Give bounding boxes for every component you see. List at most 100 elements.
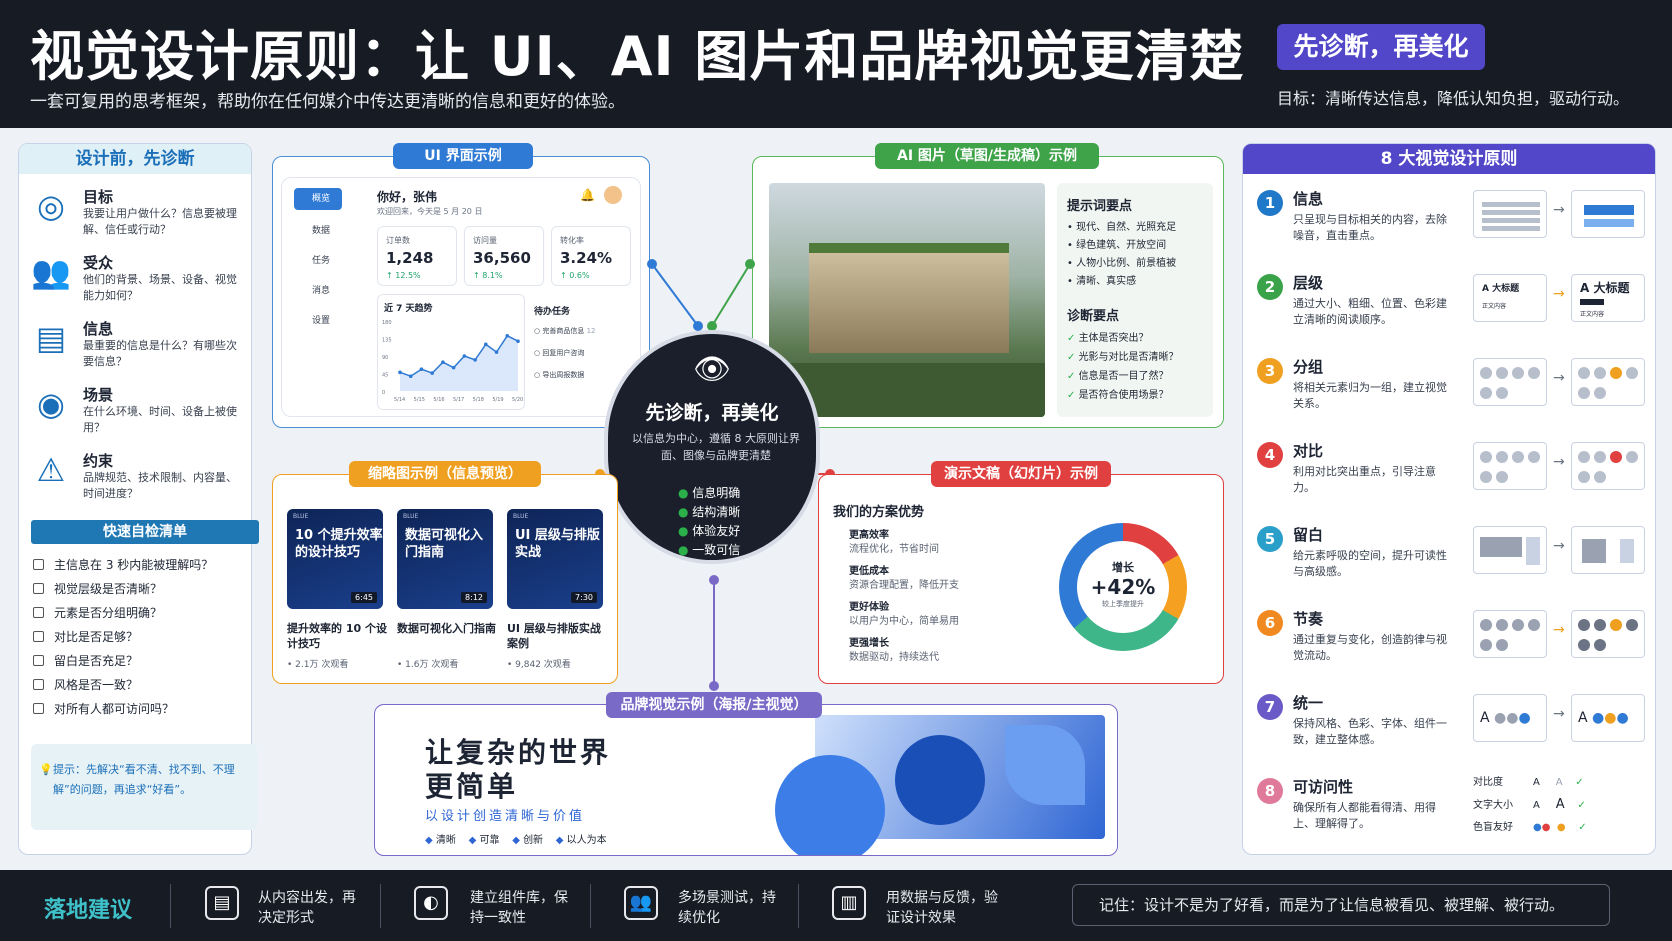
slide-heading: 我们的方案优势: [833, 505, 925, 520]
principle-after-visual: [1571, 526, 1645, 574]
principle-2: 2 层级 通过大小、粗细、位置、色彩建立清晰的阅读顺序。 A 大标题 正文内容 → A 大标…: [1257, 268, 1645, 346]
principle-number: 2: [1257, 274, 1283, 300]
check-icon: ●: [678, 505, 693, 519]
principle-title: 分组: [1293, 358, 1324, 376]
principle-after-visual: [1571, 610, 1645, 658]
arrow-icon: →: [1553, 706, 1565, 722]
arrow-icon: →: [1553, 370, 1565, 386]
principle-number: 4: [1257, 442, 1283, 468]
principle-4: 4 对比 利用对比突出重点，引导注意力。 →: [1257, 436, 1645, 514]
donut-value: +42%: [1090, 575, 1156, 599]
slide-point-desc: 资源合理配置，降低开支: [849, 580, 959, 591]
center-check: ● 信息明确: [678, 484, 740, 503]
footer-item: 从内容出发，再决定形式: [258, 890, 356, 926]
arrow-icon: →: [1553, 202, 1565, 218]
thumb-views: • 1.6万 次观看: [397, 660, 459, 670]
slide-point: 更低成本资源合理配置，降低开支: [849, 565, 959, 593]
thumb-text: 数据可视化入门指南: [405, 528, 484, 560]
brand-tag: 清晰: [435, 835, 456, 846]
footer-item: 多场景测试，持续优化: [678, 890, 776, 926]
slide-point-desc: 数据驱动，持续迭代: [849, 652, 939, 663]
slide-point-title: 更高效率: [849, 530, 889, 541]
brand-circle-shape: [895, 735, 985, 825]
chart-icon: ▥: [832, 886, 866, 920]
tag-icon: ◆: [468, 835, 480, 846]
thumb-badge: BLUE: [403, 513, 419, 520]
divider: [798, 884, 799, 928]
principle-desc: 确保所有人都能看得清、用得上、理解得了。: [1293, 801, 1436, 830]
center-check: ● 一致可信: [678, 541, 740, 560]
principles-title: 8 大视觉设计原则: [1243, 144, 1655, 174]
duration-tag: 7:30: [571, 592, 597, 603]
donut-label: 增长: [1112, 561, 1134, 574]
center-check-text: 信息明确: [692, 486, 741, 500]
principle-7: 7 统一 保持风格、色彩、字体、组件一致，建立整体感。 A ●●● → A ●●●: [1257, 688, 1645, 766]
thumb-badge: BLUE: [513, 513, 529, 520]
brand-title: 品牌视觉示例（海报/主视觉）: [606, 692, 822, 718]
arrow-icon: →: [1553, 454, 1565, 470]
center-check-text: 体验友好: [692, 524, 741, 538]
principle-after-visual: [1571, 190, 1645, 238]
principle-desc: 将相关元素归为一组，建立视觉关系。: [1293, 381, 1447, 410]
duration-tag: 8:12: [461, 592, 487, 603]
tag-icon: ◆: [425, 835, 436, 846]
arrow-icon: →: [1553, 538, 1565, 554]
principle-number: 5: [1257, 526, 1283, 552]
memo-box: 记住：设计不是为了好看，而是为了让信息被看见、被理解、被行动。: [1072, 884, 1610, 926]
slide-point-desc: 流程优化，节省时间: [849, 544, 939, 555]
slide-point-title: 更强增长: [849, 638, 889, 649]
principle-desc: 通过重复与变化，创造韵律与视觉流动。: [1293, 633, 1447, 662]
principle-desc: 保持风格、色彩、字体、组件一致，建立整体感。: [1293, 717, 1447, 746]
thumbnail-1[interactable]: BLUE 10 个提升效率的设计技巧 6:45: [287, 509, 383, 609]
principle-desc: 利用对比突出重点，引导注意力。: [1293, 465, 1436, 494]
principle-after-visual: [1571, 358, 1645, 406]
growth-donut: 增长 +42% 较上季度提升: [1059, 523, 1187, 651]
slide-point-title: 更低成本: [849, 566, 889, 577]
slide-point-title: 更好体验: [849, 602, 889, 613]
center-checks: ● 信息明确 ● 结构清晰 ● 体验友好 ● 一致可信: [678, 484, 740, 560]
donut-center: 增长 +42% 较上季度提升: [1077, 541, 1169, 633]
principle-number: 6: [1257, 610, 1283, 636]
principle-3: 3 分组将相关元素归为一组，建立视觉关系。 →: [1257, 352, 1645, 430]
footer-title: 落地建议: [44, 898, 133, 923]
slides-title: 演示文稿（幻灯片）示例: [931, 461, 1111, 487]
brand-tag: 创新: [523, 835, 544, 846]
check-icon: ●: [678, 486, 693, 500]
thumbnail-3[interactable]: BLUE UI 层级与排版实战 7:30: [507, 509, 603, 609]
footer-item: 用数据与反馈，验证设计效果: [886, 890, 998, 926]
center-hub: 👁 先诊断，再美化 以信息为中心，遵循 8 大原则让界面、图像与品牌更清楚 ● …: [604, 330, 820, 564]
center-check: ● 结构清晰: [678, 503, 740, 522]
brand-circle-shape: [775, 755, 885, 855]
principle-1: 1 信息 只呈现与目标相关的内容，去除噪音，直击重点。 →: [1257, 184, 1645, 262]
thumb-text: 10 个提升效率的设计技巧: [295, 528, 383, 560]
principle-number: 3: [1257, 358, 1283, 384]
principle-before-visual: A ●●●: [1473, 694, 1547, 742]
eye-icon: 👁: [692, 352, 732, 387]
principle-after-visual: A ●●●: [1571, 694, 1645, 742]
thumb-caption[interactable]: 数据可视化入门指南: [397, 621, 497, 636]
brand-slogan: 以设计创造清晰与价值: [425, 809, 586, 824]
principle-after-visual: [1571, 442, 1645, 490]
slide-point-desc: 以用户为中心，简单易用: [849, 616, 959, 627]
thumb-caption[interactable]: UI 层级与排版实战案例: [507, 621, 607, 651]
principle-before-visual: A 大标题 正文内容: [1473, 274, 1547, 322]
document-icon: ▤: [205, 886, 239, 920]
principle-5: 5 留白 给元素呼吸的空间，提升可读性与高级感。 →: [1257, 520, 1645, 598]
thumb-caption[interactable]: 提升效率的 10 个设计技巧: [287, 621, 387, 651]
principles-card: 8 大视觉设计原则 1 信息 只呈现与目标相关的内容，去除噪音，直击重点。 → 2 层级通…: [1242, 143, 1656, 855]
thumbnail-card: 缩略图示例（信息预览） BLUE 10 个提升效率的设计技巧 6:45 BLUE 数据…: [272, 461, 618, 684]
thumbnail-title: 缩略图示例（信息预览）: [349, 461, 541, 487]
thumb-badge: BLUE: [293, 513, 309, 520]
center-title: 先诊断，再美化: [645, 402, 779, 424]
center-check-text: 一致可信: [692, 543, 741, 557]
thumbnail-2[interactable]: BLUE 数据可视化入门指南 8:12: [397, 509, 493, 609]
divider: [170, 884, 171, 928]
brand-visual-shapes: [775, 715, 1105, 855]
principle-desc: 通过大小、粗细、位置、色彩建立清晰的阅读顺序。: [1293, 297, 1447, 326]
principle-desc: 给元素呼吸的空间，提升可读性与高级感。: [1293, 549, 1447, 578]
accessibility-table: 对比度 A A ✓ 文字大小 A A ✓ 色盲友好 ●● ● ✓: [1473, 777, 1587, 833]
footer-item: 建立组件库，保持一致性: [470, 890, 568, 926]
principle-number: 1: [1257, 190, 1283, 216]
principle-before-visual: [1473, 610, 1547, 658]
footer: 落地建议 ▤ 从内容出发，再决定形式 ◐ 建立组件库，保持一致性 👥 多场景测试…: [0, 870, 1672, 941]
